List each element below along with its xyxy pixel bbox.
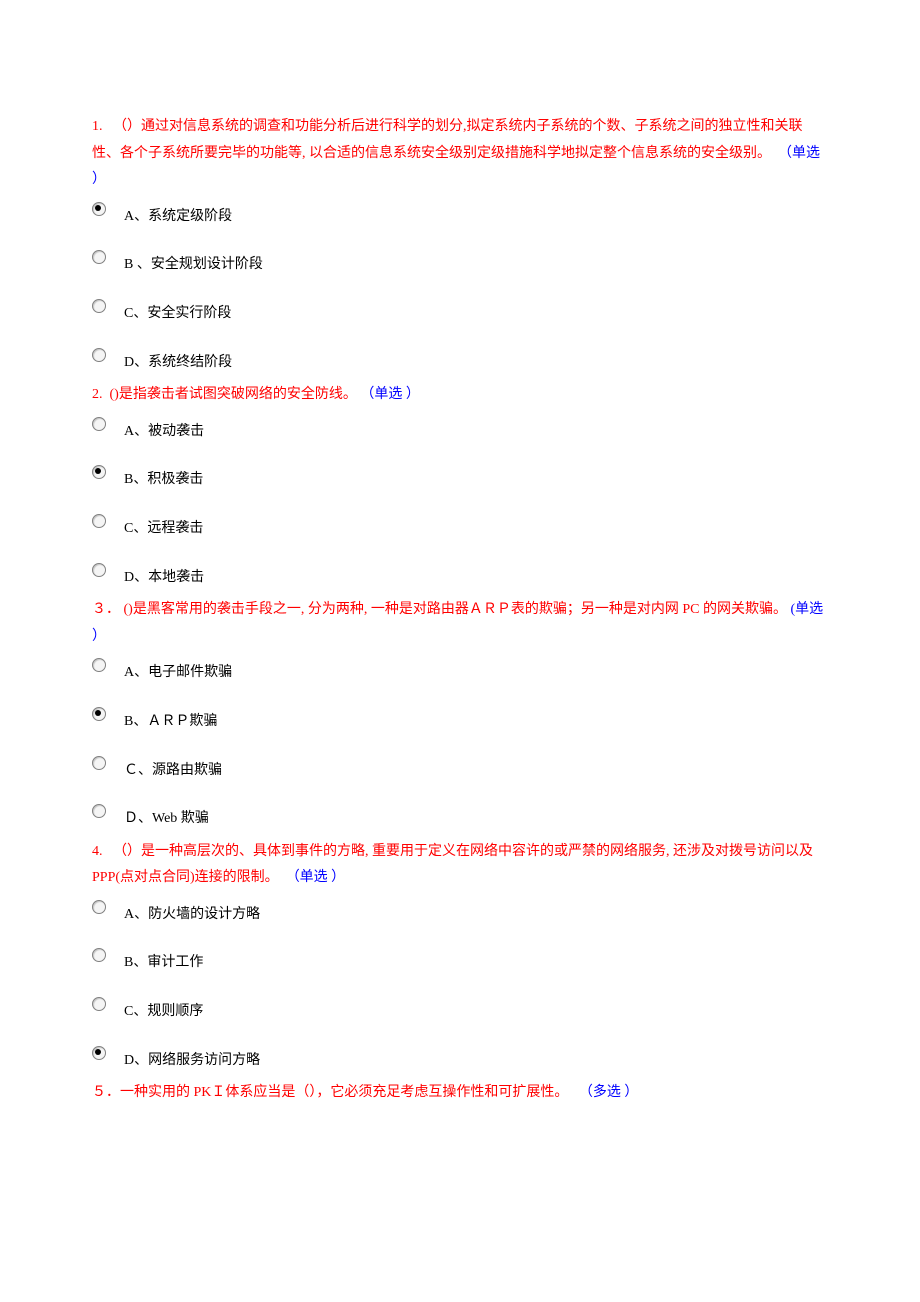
option-label: Ｃ、源路由欺骗 bbox=[124, 754, 222, 785]
radio-icon[interactable] bbox=[92, 997, 106, 1011]
question-1-option-d[interactable]: D、系统终结阶段 bbox=[92, 346, 828, 377]
option-label: A、被动袭击 bbox=[124, 415, 204, 446]
option-label: A、系统定级阶段 bbox=[124, 200, 232, 231]
question-body: （）通过对信息系统的调查和功能分析后进行科学的划分,拟定系统内子系统的个数、子系… bbox=[92, 119, 803, 161]
question-5: ５．一种实用的 PKＩ体系应当是（），它必须充足考虑互操作性和可扩展性。 （多选… bbox=[92, 1080, 828, 1107]
question-4-option-c[interactable]: C、规则顺序 bbox=[92, 995, 828, 1026]
question-3-option-c[interactable]: Ｃ、源路由欺骗 bbox=[92, 754, 828, 785]
radio-icon[interactable] bbox=[92, 948, 106, 962]
page-container: 1. （）通过对信息系统的调查和功能分析后进行科学的划分,拟定系统内子系统的个数… bbox=[0, 0, 920, 1302]
question-number: ３． ()是黑客常用的袭击手段之一, 分为两种, 一种是对路由器ＡＲＰ表的欺骗；… bbox=[92, 602, 823, 644]
question-1-option-b[interactable]: B 、安全规划设计阶段 bbox=[92, 248, 828, 279]
option-label: Ｄ、Web 欺骗 bbox=[124, 802, 209, 833]
option-label: A、防火墙的设计方略 bbox=[124, 898, 260, 929]
question-3-option-b[interactable]: B、ＡＲＰ欺骗 bbox=[92, 705, 828, 736]
question-type-label: （多选 ） bbox=[579, 1085, 639, 1100]
question-4-option-d[interactable]: D、网络服务访问方略 bbox=[92, 1044, 828, 1075]
radio-icon[interactable] bbox=[92, 417, 106, 431]
question-number: 2. ()是指袭击者试图突破网络的安全防线。 （单选 ） bbox=[92, 387, 420, 402]
radio-icon[interactable] bbox=[92, 804, 106, 818]
question-2-option-b[interactable]: B、积极袭击 bbox=[92, 463, 828, 494]
option-label: A、电子邮件欺骗 bbox=[124, 656, 232, 687]
option-label: C、规则顺序 bbox=[124, 995, 203, 1026]
radio-icon[interactable] bbox=[92, 465, 106, 479]
option-label: D、本地袭击 bbox=[124, 561, 204, 592]
question-number: 4. （）是一种高层次的、具体到事件的方略, 重要用于定义在网络中容许的或严禁的… bbox=[92, 844, 813, 886]
question-2-option-c[interactable]: C、远程袭击 bbox=[92, 512, 828, 543]
radio-icon[interactable] bbox=[92, 658, 106, 672]
option-label: B、积极袭击 bbox=[124, 463, 203, 494]
question-2-option-a[interactable]: A、被动袭击 bbox=[92, 415, 828, 446]
question-type-label: （单选 ） bbox=[286, 870, 346, 885]
radio-icon[interactable] bbox=[92, 756, 106, 770]
radio-icon[interactable] bbox=[92, 299, 106, 313]
option-label: B、审计工作 bbox=[124, 946, 203, 977]
question-3-option-a[interactable]: A、电子邮件欺骗 bbox=[92, 656, 828, 687]
question-1-option-c[interactable]: C、安全实行阶段 bbox=[92, 297, 828, 328]
option-label: B、ＡＲＰ欺骗 bbox=[124, 705, 217, 736]
question-body: 一种实用的 PKＩ体系应当是（），它必须充足考虑互操作性和可扩展性。 bbox=[120, 1085, 568, 1100]
radio-icon[interactable] bbox=[92, 707, 106, 721]
question-body: ()是指袭击者试图突破网络的安全防线。 bbox=[110, 387, 357, 402]
question-4-option-a[interactable]: A、防火墙的设计方略 bbox=[92, 898, 828, 929]
radio-icon[interactable] bbox=[92, 348, 106, 362]
option-label: D、系统终结阶段 bbox=[124, 346, 232, 377]
question-2: 2. ()是指袭击者试图突破网络的安全防线。 （单选 ） bbox=[92, 382, 828, 409]
question-body: （）是一种高层次的、具体到事件的方略, 重要用于定义在网络中容许的或严禁的网络服… bbox=[92, 844, 813, 886]
question-1: 1. （）通过对信息系统的调查和功能分析后进行科学的划分,拟定系统内子系统的个数… bbox=[92, 114, 828, 194]
radio-icon[interactable] bbox=[92, 250, 106, 264]
question-body: ()是黑客常用的袭击手段之一, 分为两种, 一种是对路由器ＡＲＰ表的欺骗；另一种… bbox=[124, 602, 787, 617]
question-4-option-b[interactable]: B、审计工作 bbox=[92, 946, 828, 977]
question-3-option-d[interactable]: Ｄ、Web 欺骗 bbox=[92, 802, 828, 833]
option-label: D、网络服务访问方略 bbox=[124, 1044, 260, 1075]
radio-icon[interactable] bbox=[92, 900, 106, 914]
question-3: ３． ()是黑客常用的袭击手段之一, 分为两种, 一种是对路由器ＡＲＰ表的欺骗；… bbox=[92, 597, 828, 650]
question-type-label: （单选 ） bbox=[360, 387, 420, 402]
radio-icon[interactable] bbox=[92, 563, 106, 577]
option-label: B 、安全规划设计阶段 bbox=[124, 248, 263, 279]
radio-icon[interactable] bbox=[92, 1046, 106, 1060]
option-label: C、远程袭击 bbox=[124, 512, 203, 543]
option-label: C、安全实行阶段 bbox=[124, 297, 231, 328]
radio-icon[interactable] bbox=[92, 514, 106, 528]
question-1-option-a[interactable]: A、系统定级阶段 bbox=[92, 200, 828, 231]
question-2-option-d[interactable]: D、本地袭击 bbox=[92, 561, 828, 592]
question-4: 4. （）是一种高层次的、具体到事件的方略, 重要用于定义在网络中容许的或严禁的… bbox=[92, 839, 828, 892]
question-number: 1. （）通过对信息系统的调查和功能分析后进行科学的划分,拟定系统内子系统的个数… bbox=[92, 119, 820, 187]
question-number: ５．一种实用的 PKＩ体系应当是（），它必须充足考虑互操作性和可扩展性。 （多选… bbox=[92, 1085, 638, 1100]
radio-icon[interactable] bbox=[92, 202, 106, 216]
